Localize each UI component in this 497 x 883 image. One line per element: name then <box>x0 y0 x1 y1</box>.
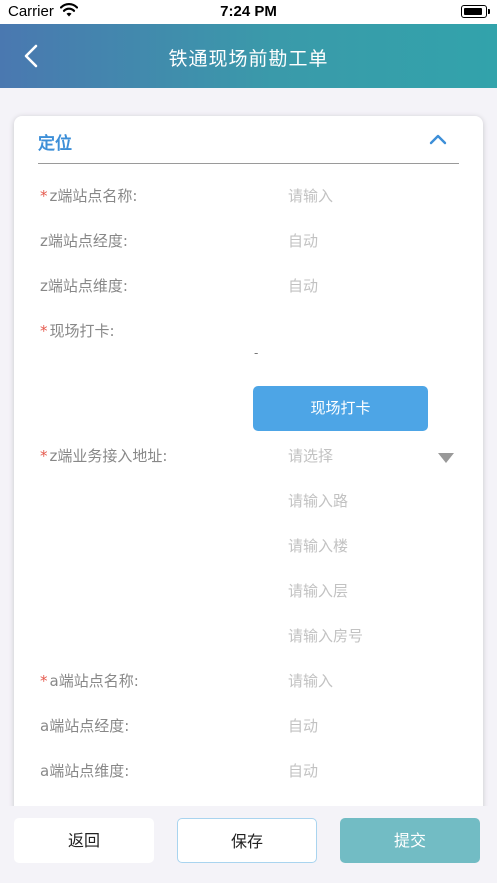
bottom-action-bar: 返回 保存 提交 <box>0 806 497 883</box>
z-site-lat-label: z端站点维度: <box>40 277 128 295</box>
a-site-name-input[interactable]: 请输入 <box>288 670 333 691</box>
a-site-lng-label: a端站点经度: <box>40 717 130 735</box>
z-site-lng-label: z端站点经度: <box>40 232 128 250</box>
checkin-status-dash: - <box>254 346 259 360</box>
collapse-button[interactable] <box>427 130 449 148</box>
z-site-lat-value: 自动 <box>288 277 319 295</box>
location-card: 定位 * z端站点名称: 请输入 z端站点经度: 自动 z端站点维度: 自动 * 现… <box>14 116 483 816</box>
page-title: 铁通现场前勘工单 <box>168 48 329 70</box>
a-site-lat-label: a端站点维度: <box>40 762 130 780</box>
chevron-up-icon <box>429 134 447 145</box>
z-site-lng-value: 自动 <box>288 232 319 250</box>
section-header: 定位 <box>38 116 459 164</box>
site-checkin-label: * 现场打卡: <box>40 322 115 340</box>
status-bar: Carrier 7:24 PM <box>0 0 497 24</box>
a-site-name-label: * a端站点名称: <box>40 672 139 690</box>
z-address-label: * z端业务接入地址: <box>40 447 168 465</box>
a-site-lat-value: 自动 <box>288 762 319 780</box>
section-title: 定位 <box>38 134 72 154</box>
site-checkin-button[interactable]: 现场打卡 <box>253 386 428 431</box>
required-mark: * <box>40 672 48 690</box>
required-mark: * <box>40 322 48 340</box>
nav-bar: 铁通现场前勘工单 <box>0 24 497 88</box>
clock: 7:24 PM <box>220 3 277 20</box>
z-site-name-label: * z端站点名称: <box>40 187 138 205</box>
battery-icon <box>461 5 490 18</box>
back-bottom-button[interactable]: 返回 <box>14 818 154 863</box>
required-mark: * <box>40 447 48 465</box>
save-button[interactable]: 保存 <box>177 818 317 863</box>
z-address-building-input[interactable]: 请输入楼 <box>288 535 348 556</box>
dropdown-caret-icon[interactable] <box>437 449 455 463</box>
a-site-lng-value: 自动 <box>288 717 319 735</box>
required-mark: * <box>40 187 48 205</box>
z-address-select[interactable]: 请选择 <box>288 445 333 466</box>
submit-button[interactable]: 提交 <box>340 818 480 863</box>
z-site-name-input[interactable]: 请输入 <box>288 185 333 206</box>
z-address-road-input[interactable]: 请输入路 <box>288 490 348 511</box>
z-address-floor-input[interactable]: 请输入层 <box>288 580 348 601</box>
z-address-room-input[interactable]: 请输入房号 <box>288 625 363 646</box>
